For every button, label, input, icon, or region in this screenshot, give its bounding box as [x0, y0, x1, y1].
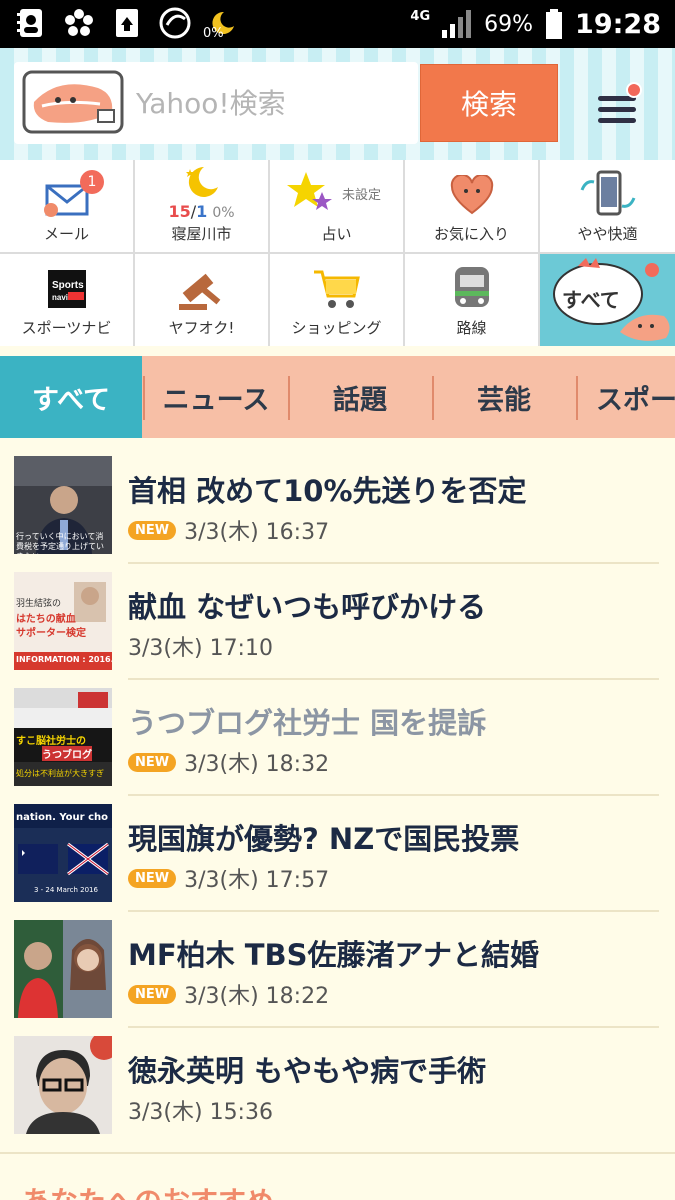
search-button[interactable]: 検索: [420, 64, 558, 142]
news-thumbnail: nation. Your cho 3 - 24 March 2016: [14, 804, 112, 902]
news-thumbnail: 行っていく中において消費税を予定通り上げていきたい: [14, 456, 112, 554]
news-date: 3/3(木) 17:57: [184, 868, 330, 893]
new-badge: NEW: [128, 984, 177, 1004]
news-thumbnail: [14, 920, 112, 1018]
sports-label: スポーツナビ: [21, 319, 112, 337]
transit-label: 路線: [456, 319, 487, 337]
header: Yahoo!検索 検索: [0, 48, 675, 160]
status-bar: 0% 4G 69% 19:28: [0, 0, 675, 48]
tab-all[interactable]: すべて: [0, 356, 142, 438]
shopping-tile[interactable]: ショッピング: [270, 254, 403, 346]
favorites-tile[interactable]: お気に入り: [405, 160, 538, 252]
favorites-label: お気に入り: [433, 225, 509, 243]
clock: 19:28: [575, 8, 661, 40]
thumb-caption: 行っていく中において消費税を予定通り上げていきたい: [16, 532, 104, 554]
salmon-mascot-icon[interactable]: [18, 66, 130, 140]
fortune-label: 占い: [321, 225, 352, 243]
transit-tile[interactable]: 路線: [405, 254, 538, 346]
recommendations-heading: あなたへのおすすめ: [22, 1180, 274, 1200]
mail-badge: 1: [80, 170, 104, 194]
battery-icon: [546, 9, 563, 39]
gavel-icon: [178, 273, 220, 310]
news-title[interactable]: 献血 なぜいつも呼びかける: [128, 584, 486, 626]
comfort-label: やや快適: [577, 225, 638, 243]
phone-icon: [580, 170, 635, 216]
news-title[interactable]: 首相 改めて10%先送りを否定: [128, 468, 527, 510]
news-date: 3/3(木) 18:32: [184, 752, 330, 777]
section-divider: [0, 1152, 675, 1154]
temp-low: 1: [196, 202, 208, 221]
rain-chance: 0%: [212, 205, 235, 221]
weather-tile[interactable]: 15/1 0% 寝屋川市: [135, 160, 268, 252]
category-tabs: すべて ニュース 話題 芸能 スポー: [0, 356, 675, 438]
svg-text:Sports: Sports: [52, 280, 84, 291]
sportsnavi-icon: Sports navi: [47, 270, 86, 308]
fortune-tile[interactable]: 未設定 占い: [270, 160, 403, 252]
shopping-label: ショッピング: [291, 319, 382, 337]
news-item[interactable]: MF柏木 TBS佐藤渚アナと結婚 NEW 3/3(木) 18:22: [0, 902, 675, 1018]
stars-icon: [287, 172, 332, 210]
all-services-label: すべて: [562, 288, 620, 312]
auction-tile[interactable]: ヤフオク!: [135, 254, 268, 346]
temp-high: 15: [168, 202, 191, 221]
news-title[interactable]: 現国旗が優勢? NZで国民投票: [128, 816, 519, 858]
tab-topics[interactable]: 話題: [290, 356, 430, 438]
news-title[interactable]: MF柏木 TBS佐藤渚アナと結婚: [128, 932, 539, 974]
tab-entertainment[interactable]: 芸能: [434, 356, 574, 438]
news-date: 3/3(木) 15:36: [128, 1100, 273, 1125]
sync-icon: [158, 6, 192, 40]
mail-label: メール: [43, 225, 89, 243]
service-grid: 1 メール 15/1 0% 寝屋川市 未設定 占い お気に入り やや快適 Spo…: [0, 160, 675, 346]
notification-dot: [626, 82, 642, 98]
battery-percent: 69%: [484, 11, 534, 37]
news-item[interactable]: 羽生結弦の はたちの献血 サポーター検定 INFORMATION : 2016.…: [0, 554, 675, 670]
news-thumbnail: 羽生結弦の はたちの献血 サポーター検定 INFORMATION : 2016.…: [14, 572, 112, 670]
new-badge: NEW: [128, 520, 177, 540]
flower-icon: [62, 6, 96, 40]
all-services-tile[interactable]: すべて: [540, 254, 675, 346]
news-item[interactable]: nation. Your cho 3 - 24 March 2016 現国旗が優…: [0, 786, 675, 902]
transfer-icon: [110, 6, 144, 40]
mail-tile[interactable]: 1 メール: [0, 160, 133, 252]
tab-divider: [576, 376, 578, 420]
tab-sports[interactable]: スポー: [580, 356, 675, 438]
news-date: 3/3(木) 18:22: [184, 984, 330, 1009]
train-icon: [454, 267, 489, 307]
menu-line: [598, 107, 636, 112]
weather-label: 寝屋川市: [171, 225, 232, 243]
sports-tile[interactable]: Sports navi スポーツナビ: [0, 254, 133, 346]
tab-news[interactable]: ニュース: [146, 356, 286, 438]
news-date: 3/3(木) 16:37: [184, 520, 330, 545]
news-date: 3/3(木) 17:10: [128, 636, 273, 661]
network-type: 4G: [410, 8, 431, 24]
news-title[interactable]: 徳永英明 もやもや病で手術: [128, 1048, 486, 1090]
svg-text:navi: navi: [52, 293, 68, 302]
news-item[interactable]: すこ脳社労士の うつブログ 処分は不利益が大きすぎ うつブログ社労士 国を提訴 …: [0, 670, 675, 786]
cart-icon: [313, 270, 360, 308]
tab-divider: [143, 376, 145, 420]
contacts-icon: [14, 6, 48, 40]
news-thumbnail: すこ脳社労士の うつブログ 処分は不利益が大きすぎ: [14, 688, 112, 786]
news-thumbnail: [14, 1036, 112, 1134]
moon-percent: 0%: [203, 26, 224, 41]
news-item[interactable]: 徳永英明 もやもや病で手術 3/3(木) 15:36: [0, 1018, 675, 1134]
new-badge: NEW: [128, 752, 177, 772]
auction-label: ヤフオク!: [168, 319, 235, 337]
heart-icon: [450, 175, 493, 215]
moon-icon: [185, 166, 218, 197]
new-badge: NEW: [128, 868, 177, 888]
menu-button[interactable]: [586, 76, 646, 136]
signal-icon: [442, 10, 472, 38]
search-input[interactable]: Yahoo!検索: [14, 62, 418, 144]
fortune-status: 未設定: [342, 188, 382, 203]
comfort-tile[interactable]: やや快適: [540, 160, 675, 252]
news-item[interactable]: 行っていく中において消費税を予定通り上げていきたい 首相 改めて10%先送りを否…: [0, 438, 675, 554]
news-title[interactable]: うつブログ社労士 国を提訴: [128, 700, 486, 742]
menu-line: [598, 118, 636, 123]
search-placeholder: Yahoo!検索: [136, 87, 286, 120]
